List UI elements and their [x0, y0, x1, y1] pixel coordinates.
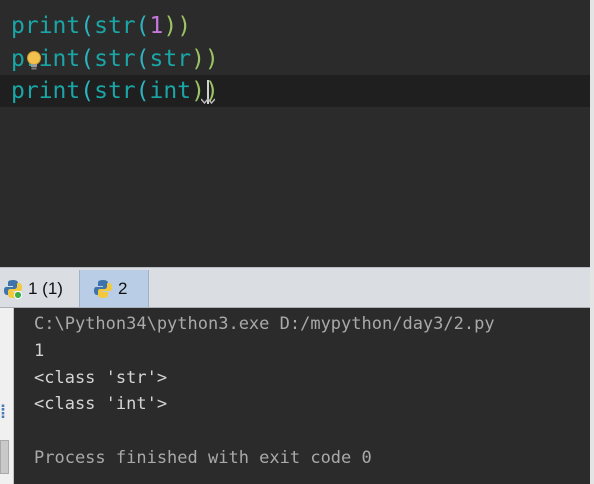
run-tool-window-tabs: 1 (1) 2 [0, 267, 590, 308]
code-token: ( [135, 13, 150, 39]
code-token: str [94, 13, 136, 39]
console-line: Process finished with exit code 0 [34, 448, 372, 468]
code-token: ) [191, 46, 205, 72]
tab-run-1[interactable]: 1 (1) [0, 270, 76, 307]
code-token: print [11, 78, 81, 104]
code-token: ) [204, 46, 219, 72]
console-line: <class 'str'> [34, 368, 168, 388]
code-editor[interactable]: print(str(1)) print(str(str)) print(str(… [0, 0, 590, 267]
code-token: ) [163, 13, 178, 39]
code-token: str [94, 78, 136, 104]
code-token: ( [135, 46, 150, 72]
console-line: <class 'int'> [34, 394, 168, 414]
console-line: C:\Python34\python3.exe D:/mypython/day3… [34, 314, 495, 334]
run-console-output[interactable]: C:\Python34\python3.exe D:/mypython/day3… [14, 308, 590, 484]
code-token: print [11, 46, 81, 72]
code-token: ( [135, 78, 150, 104]
code-line[interactable]: print(str(1)) [0, 10, 590, 42]
code-line[interactable]: print(str(str)) [0, 43, 590, 75]
tab-label: 1 (1) [28, 278, 63, 298]
window-border [590, 0, 594, 484]
lightbulb-icon[interactable] [26, 50, 42, 72]
code-token: ( [80, 13, 95, 39]
code-token: ( [80, 78, 95, 104]
python-icon [4, 279, 23, 299]
code-token: ) [177, 13, 192, 39]
code-token: int [149, 78, 192, 104]
console-line: 1 [34, 341, 45, 361]
code-token: str [94, 46, 136, 72]
code-token: print [11, 13, 81, 39]
code-token: ( [80, 46, 95, 72]
code-token: str [149, 46, 192, 72]
tab-run-2[interactable]: 2 [79, 270, 149, 307]
python-icon [94, 279, 112, 298]
warning-squiggle-icon [201, 98, 215, 104]
rerun-icon[interactable]: ⁞ [0, 402, 6, 423]
code-line-current[interactable]: print(str(int)) [0, 75, 590, 107]
tab-label: 2 [118, 278, 128, 298]
scrollbar-thumb[interactable] [0, 440, 9, 474]
code-token: 1 [149, 13, 164, 39]
